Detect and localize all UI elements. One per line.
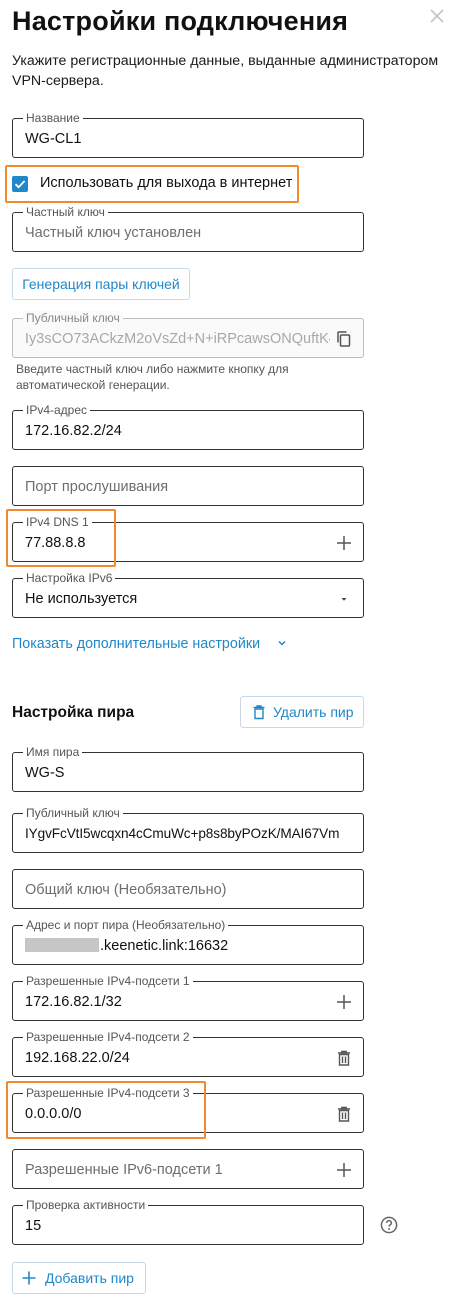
highlight-ipv4-dns1 <box>6 509 116 567</box>
show-more-settings-label: Показать дополнительные настройки <box>12 636 261 652</box>
listen-port-placeholder: Порт прослушивания <box>25 479 169 495</box>
page-subtitle: Укажите регистрационные данные, выданные… <box>12 53 439 89</box>
allowed-ipv4-1-value: 172.16.82.1/32 <box>25 994 122 1010</box>
allowed-ipv4-1-field[interactable]: Разрешенные IPv4-подсети 1 172.16.82.1/3… <box>12 974 364 1021</box>
close-icon[interactable] <box>428 7 446 25</box>
peer-public-key-label: Публичный ключ <box>23 806 123 820</box>
connection-name-field[interactable]: Название WG-CL1 <box>12 111 364 158</box>
keepalive-label: Проверка активности <box>23 1198 149 1212</box>
peer-public-key-value: IYgvFcVtI5wcqxn4cCmuWc+p8s8byPOzK/MAI67V… <box>25 826 340 841</box>
peer-name-field[interactable]: Имя пира WG-S <box>12 745 364 792</box>
private-key-label: Частный ключ <box>23 205 108 219</box>
ipv4-address-value: 172.16.82.2/24 <box>25 423 122 439</box>
public-key-label: Публичный ключ <box>23 311 123 325</box>
delete-peer-label: Удалить пир <box>273 704 354 720</box>
ipv6-setting-value: Не используется <box>25 591 138 607</box>
peer-endpoint-label: Адрес и порт пира (Необязательно) <box>23 918 229 932</box>
connection-name-value: WG-CL1 <box>25 131 82 147</box>
peer-endpoint-value-row: .keenetic.link:16632 <box>25 937 228 955</box>
ipv4-address-field[interactable]: IPv4-адрес 172.16.82.2/24 <box>12 403 364 450</box>
shared-key-placeholder: Общий ключ (Необязательно) <box>25 882 227 898</box>
connection-name-label: Название <box>23 111 83 125</box>
peer-endpoint-value: .keenetic.link:16632 <box>100 938 229 954</box>
peer-name-value: WG-S <box>25 765 65 781</box>
help-circle-icon[interactable] <box>380 1216 398 1234</box>
show-more-settings-link[interactable]: Показать дополнительные настройки <box>12 636 288 652</box>
allowed-ipv4-2-field[interactable]: Разрешенные IPv4-подсети 2 192.168.22.0/… <box>12 1030 364 1077</box>
ipv6-setting-label: Настройка IPv6 <box>23 571 116 585</box>
private-key-value: Частный ключ установлен <box>25 225 202 241</box>
page-title: Настройки подключения <box>12 6 349 36</box>
delete-peer-button[interactable]: Удалить пир <box>240 696 364 728</box>
peer-section-title: Настройка пира <box>12 704 135 721</box>
redacted-host <box>25 938 99 952</box>
plus-icon[interactable] <box>335 534 353 552</box>
ipv6-setting-select[interactable]: Настройка IPv6 Не используется <box>12 571 364 618</box>
allowed-ipv4-2-value: 192.168.22.0/24 <box>25 1050 130 1066</box>
allowed-ipv4-1-label: Разрешенные IPv4-подсети 1 <box>23 974 193 988</box>
ipv4-address-label: IPv4-адрес <box>23 403 91 417</box>
public-key-value: Iy3sCO73ACkzM2oVsZd+N+iRPcawsONQuftK4e <box>25 331 330 347</box>
key-hint-text: Введите частный ключ либо нажмите кнопку… <box>16 362 289 392</box>
peer-public-key-field[interactable]: Публичный ключ IYgvFcVtI5wcqxn4cCmuWc+p8… <box>12 806 364 853</box>
generate-key-pair-button[interactable]: Генерация пары ключей <box>12 268 190 300</box>
listen-port-field[interactable]: Порт прослушивания <box>12 466 364 506</box>
allowed-ipv4-2-label: Разрешенные IPv4-подсети 2 <box>23 1030 193 1044</box>
highlight-internet-checkbox <box>5 165 299 203</box>
add-peer-label: Добавить пир <box>45 1270 134 1286</box>
add-peer-button[interactable]: Добавить пир <box>12 1262 146 1294</box>
shared-key-field[interactable]: Общий ключ (Необязательно) <box>12 869 364 909</box>
public-key-field: Публичный ключ Iy3sCO73ACkzM2oVsZd+N+iRP… <box>12 311 364 358</box>
keepalive-value: 15 <box>25 1218 42 1234</box>
peer-name-label: Имя пира <box>23 745 83 759</box>
plus-icon <box>22 1271 36 1285</box>
plus-icon[interactable] <box>335 993 353 1011</box>
trash-icon[interactable] <box>335 1105 353 1123</box>
trash-icon <box>253 705 265 720</box>
peer-endpoint-field[interactable]: Адрес и порт пира (Необязательно) .keene… <box>12 918 364 965</box>
dropdown-arrow-icon <box>341 598 347 601</box>
allowed-ipv6-1-placeholder: Разрешенные IPv6-подсети 1 <box>25 1162 223 1178</box>
plus-icon[interactable] <box>335 1161 353 1179</box>
allowed-ipv6-1-field[interactable]: Разрешенные IPv6-подсети 1 <box>12 1149 364 1189</box>
chevron-down-icon <box>278 640 286 646</box>
highlight-allowed-ipv4-3 <box>6 1081 206 1139</box>
keepalive-field[interactable]: Проверка активности 15 <box>12 1198 364 1245</box>
copy-icon[interactable] <box>335 330 353 348</box>
trash-icon[interactable] <box>335 1049 353 1067</box>
private-key-field[interactable]: Частный ключ Частный ключ установлен <box>12 205 364 252</box>
